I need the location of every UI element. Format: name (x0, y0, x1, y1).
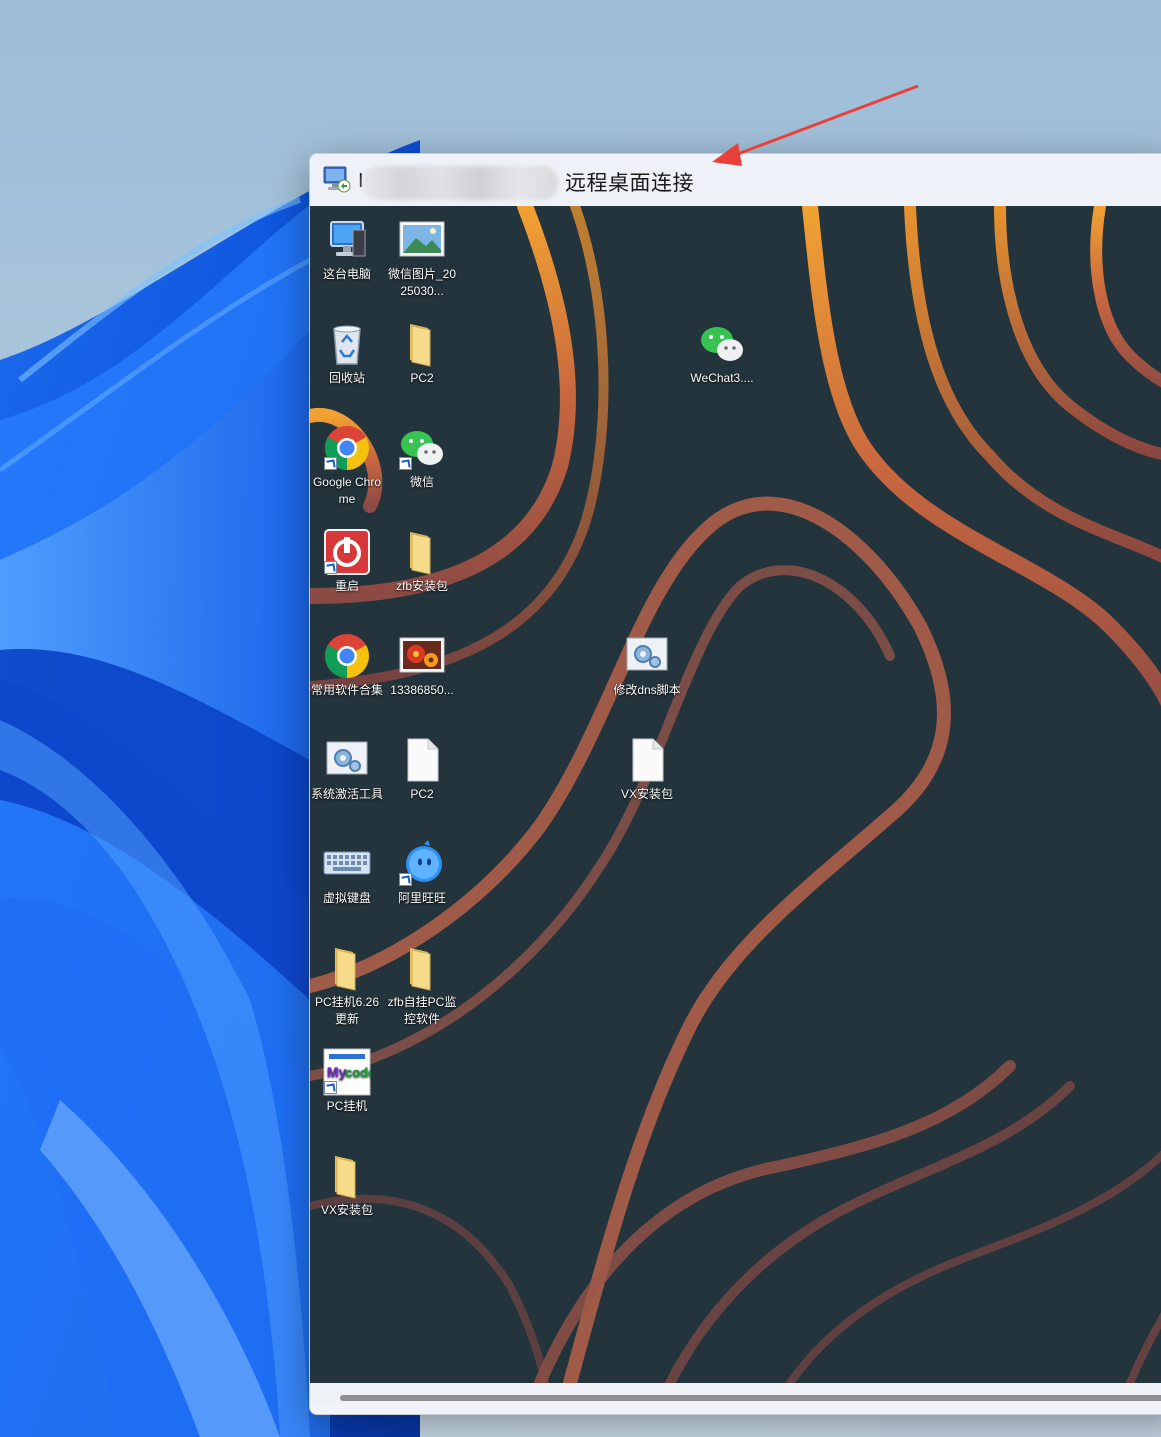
image-file-icon (399, 637, 445, 673)
folder-icon (410, 948, 431, 991)
script-icon (326, 741, 368, 775)
icon-label: 重启 (334, 579, 359, 593)
icon-label: PC挂机 (326, 1099, 368, 1113)
desktop-icon-vx-file[interactable]: VX安装包 (610, 736, 684, 803)
desktop-icon-restart[interactable]: 重启 (310, 528, 384, 595)
desktop-icon-pc2-folder[interactable]: PC2 (385, 320, 459, 387)
desktop-icon-vx-folder[interactable]: VX安装包 (310, 1152, 384, 1219)
folder-icon (410, 532, 431, 575)
chrome-icon (325, 634, 369, 678)
desktop-icon-pc2-file[interactable]: PC2 (385, 736, 459, 803)
icon-label: 阿里旺旺 (397, 891, 446, 905)
desktop-icon-this-pc[interactable]: 这台电脑 (310, 216, 384, 283)
desktop-icon-wechat[interactable]: 微信 (385, 424, 459, 491)
icon-label: zfb自挂PC监控软件 (387, 995, 457, 1026)
desktop-icon-pc-hook-app[interactable]: My code PC挂机 (310, 1048, 384, 1115)
shortcut-arrow-icon (324, 561, 337, 574)
desktop-icon-wechat3[interactable]: WeChat3.... (685, 320, 759, 387)
horizontal-scrollbar[interactable] (310, 1383, 1161, 1403)
shortcut-arrow-icon (399, 457, 412, 470)
icon-label: 微信 (409, 475, 434, 489)
keyboard-icon (323, 851, 371, 875)
icon-label: 虚拟键盘 (322, 891, 371, 905)
blank-file-icon (407, 738, 439, 782)
computer-icon (330, 221, 366, 257)
icon-label: zfb安装包 (395, 579, 448, 593)
remote-desktop-window[interactable]: I 远程桌面连接 这台电脑 回收站 Google Chrome 重启 常用软件合… (309, 153, 1161, 1415)
icon-label: PC2 (410, 787, 434, 801)
remote-desktop-area[interactable]: 这台电脑 回收站 Google Chrome 重启 常用软件合集 系统激活工具 … (310, 206, 1161, 1383)
icon-label: 微信图片_2025030... (387, 267, 457, 298)
desktop-icon-aliwangwang[interactable]: 阿里旺旺 (385, 840, 459, 907)
svg-text:My: My (327, 1064, 347, 1080)
desktop-icon-virtual-keyboard[interactable]: 虚拟键盘 (310, 840, 384, 907)
icon-label: 回收站 (328, 371, 365, 385)
svg-text:code: code (345, 1065, 371, 1080)
remote-desktop-app-icon (323, 166, 351, 193)
icon-label: 系统激活工具 (310, 787, 383, 801)
folder-icon (335, 1156, 356, 1199)
desktop-icon-recycle-bin[interactable]: 回收站 (310, 320, 384, 387)
icon-label: VX安装包 (320, 1203, 373, 1217)
desktop-icon-dns-script[interactable]: 修改dns脚本 (610, 632, 684, 699)
icon-label: Google Chrome (312, 475, 382, 506)
icon-label: 修改dns脚本 (613, 683, 681, 697)
folder-icon (410, 324, 431, 367)
desktop-icon-wechat-image[interactable]: 微信图片_2025030... (385, 216, 459, 300)
desktop-icon-software-collection[interactable]: 常用软件合集 (310, 632, 384, 699)
icon-label: WeChat3.... (690, 371, 754, 385)
horizontal-scrollbar-thumb[interactable] (340, 1395, 1161, 1401)
desktop-icon-flower-image[interactable]: 13386850... (385, 632, 459, 699)
shortcut-arrow-icon (324, 457, 337, 470)
title-bar[interactable]: I 远程桌面连接 (310, 154, 1161, 206)
icon-label: VX安装包 (620, 787, 673, 801)
window-title: 远程桌面连接 (565, 172, 694, 195)
redacted-host-name (362, 166, 558, 200)
desktop-icon-zfb-monitor-folder[interactable]: zfb自挂PC监控软件 (385, 944, 459, 1028)
shortcut-arrow-icon (324, 1081, 337, 1094)
desktop-icon-activation-tool[interactable]: 系统激活工具 (310, 736, 384, 803)
icon-label: PC挂机6.26更新 (314, 995, 380, 1026)
image-file-icon (399, 221, 445, 257)
recycle-bin-icon (333, 325, 361, 365)
blank-file-icon (632, 738, 664, 782)
script-icon (626, 637, 668, 671)
desktop-icon-zfb-folder[interactable]: zfb安装包 (385, 528, 459, 595)
icon-label: 常用软件合集 (310, 683, 383, 697)
desktop-icon-google-chrome[interactable]: Google Chrome (310, 424, 384, 508)
folder-icon (335, 948, 356, 991)
shortcut-arrow-icon (399, 873, 412, 886)
desktop-icon-pc-hook-folder[interactable]: PC挂机6.26更新 (310, 944, 384, 1028)
wechat-icon (701, 327, 743, 361)
icon-label: 这台电脑 (322, 267, 371, 281)
icon-label: PC2 (410, 371, 434, 385)
icon-label: 13386850... (390, 683, 454, 697)
